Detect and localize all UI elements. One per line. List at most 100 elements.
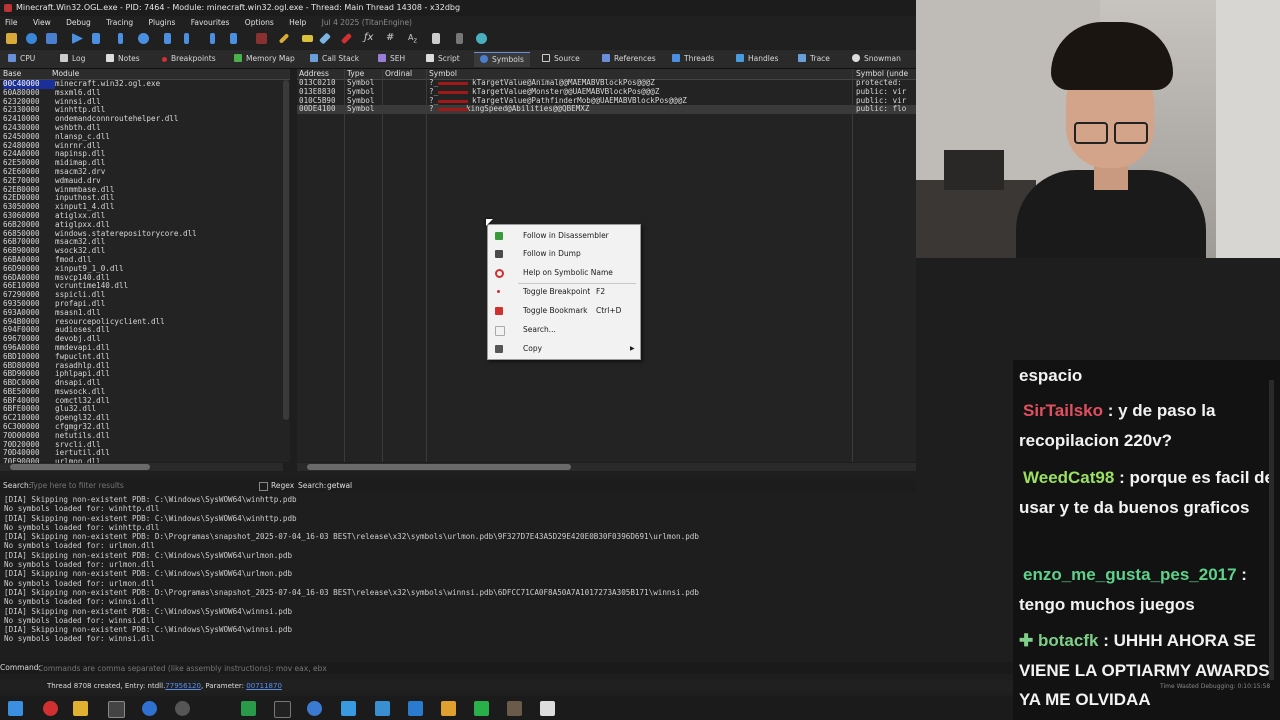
tab-log[interactable]: Log [60, 52, 85, 66]
run-to-user-code-icon[interactable] [230, 33, 237, 44]
tab-script[interactable]: Script [426, 52, 460, 66]
menu-toggle-breakpoint[interactable]: Toggle Breakpoint F2 [488, 283, 640, 301]
chat-username[interactable]: enzo_me_gusta_pes_2017 [1019, 565, 1237, 584]
trace-into-icon[interactable] [164, 33, 171, 44]
module-row[interactable]: 69350000 profapi.dll [0, 299, 290, 309]
module-row[interactable]: 70D20000 srvcli.dll [0, 440, 290, 450]
module-row[interactable]: 63050000 xinput1_4.dll [0, 202, 290, 212]
terminal-icon[interactable] [274, 701, 291, 718]
step-over-icon[interactable] [138, 33, 149, 44]
game-icon[interactable] [507, 701, 522, 716]
module-row[interactable]: 66B70000 msacm32.dll [0, 237, 290, 247]
network-icon[interactable] [375, 701, 390, 716]
tab-memory-map[interactable]: Memory Map [234, 52, 295, 66]
module-row[interactable]: 66BA0000 fmod.dll [0, 255, 290, 265]
module-row[interactable]: 66850000 windows.staterepositorycore.dll [0, 229, 290, 239]
module-row[interactable]: 62410000 ondemandconnroutehelper.dll [0, 114, 290, 124]
script-icon[interactable] [432, 33, 440, 44]
tab-breakpoints[interactable]: Breakpoints [162, 52, 216, 66]
menu-help[interactable]: Help [289, 18, 306, 27]
module-row[interactable]: 6BFE0000 glu32.dll [0, 405, 290, 414]
tab-symbols[interactable]: Symbols [474, 52, 530, 67]
module-row[interactable]: 62EB0000 winmmbase.dll [0, 185, 290, 195]
module-row[interactable]: 696A0000 mmdevapi.dll [0, 343, 290, 353]
module-row[interactable]: 62E60000 msacm32.drv [0, 167, 290, 177]
symbol-row[interactable]: 00DE4100 Symbol? kingSpeed@Abilities@@QBEM… [297, 105, 916, 115]
menu-help-on-symbolic-name[interactable]: Help on Symbolic Name [488, 264, 640, 282]
windows-start-icon[interactable] [8, 701, 23, 716]
tab-references[interactable]: References [602, 52, 656, 66]
pause-icon[interactable] [92, 33, 100, 44]
modules-hscroll[interactable] [0, 463, 283, 471]
steam-icon[interactable] [307, 701, 322, 716]
menu-view[interactable]: View [33, 18, 51, 27]
module-row[interactable]: 62430000 wshbth.dll [0, 123, 290, 133]
regex-checkbox[interactable] [259, 482, 268, 491]
module-row[interactable]: 6BE50000 mswsock.dll [0, 387, 290, 397]
file-explorer-icon[interactable] [73, 701, 88, 716]
module-row[interactable]: 70D00000 netutils.dll [0, 431, 290, 441]
module-row[interactable]: 66B90000 wsock32.dll [0, 246, 290, 256]
tab-snowman[interactable]: Snowman [852, 52, 901, 66]
module-row[interactable]: 6C210000 opengl32.dll [0, 413, 290, 423]
column-ordinal[interactable]: Ordinal [385, 69, 412, 79]
symbols-hscroll[interactable] [297, 463, 916, 471]
font-icon[interactable]: Az [408, 33, 417, 45]
module-search-input[interactable] [30, 480, 250, 490]
module-row[interactable]: 69670000 devobj.dll [0, 334, 290, 344]
menu-favourites[interactable]: Favourites [191, 18, 230, 27]
module-row[interactable]: 66DA0000 msvcp140.dll [0, 273, 290, 283]
symbol-search-input[interactable]: getwal [327, 479, 352, 492]
patch-icon[interactable] [278, 33, 290, 44]
module-row[interactable]: 694F0000 audioses.dll [0, 325, 290, 335]
module-row[interactable]: 6C300000 cfgmgr32.dll [0, 422, 290, 432]
menu-plugins[interactable]: Plugins [149, 18, 176, 27]
command-input[interactable] [38, 663, 558, 673]
tab-threads[interactable]: Threads [672, 52, 714, 66]
x32dbg-icon[interactable] [175, 701, 190, 716]
entry-link[interactable]: 77956120 [165, 682, 201, 690]
menu-toggle-bookmark[interactable]: Toggle Bookmark Ctrl+D [488, 302, 640, 320]
chat-username[interactable]: WeedCat98 [1019, 468, 1114, 487]
tab-trace[interactable]: Trace [798, 52, 830, 66]
open-icon[interactable] [6, 33, 17, 44]
module-row[interactable]: 6BD80000 rasadhlp.dll [0, 361, 290, 371]
menu-search[interactable]: Search... [488, 321, 640, 339]
module-row[interactable]: 694B0000 resourcepolicyclient.dll [0, 317, 290, 327]
help-icon[interactable] [476, 33, 487, 44]
tab-call-stack[interactable]: Call Stack [310, 52, 359, 66]
menu-follow-in-dump[interactable]: Follow in Dump [488, 245, 640, 263]
tab-handles[interactable]: Handles [736, 52, 778, 66]
close-icon[interactable] [46, 33, 57, 44]
module-row[interactable]: 70D40000 iertutil.dll [0, 449, 290, 458]
module-row[interactable]: 62450000 nlansp_c.dll [0, 132, 290, 142]
module-row[interactable]: 62480000 winrnr.dll [0, 141, 290, 151]
window-icon[interactable] [540, 701, 555, 716]
module-row[interactable]: 60A80000 msxml6.dll [0, 88, 290, 98]
module-row[interactable]: 6BF40000 comctl32.dll [0, 396, 290, 406]
r-app-icon[interactable] [474, 701, 489, 716]
trace-over-icon[interactable] [184, 33, 189, 44]
run-icon[interactable] [72, 33, 83, 44]
menu-options[interactable]: Options [245, 18, 274, 27]
menu-debug[interactable]: Debug [66, 18, 91, 27]
chrome-icon[interactable] [43, 701, 58, 716]
comments-icon[interactable] [302, 35, 313, 42]
menu-follow-in-disassembler[interactable]: Follow in Disassembler [488, 227, 640, 245]
module-row[interactable]: 67290000 sspicli.dll [0, 290, 290, 300]
labels-icon[interactable] [318, 32, 332, 45]
step-into-icon[interactable] [118, 33, 123, 44]
vscode-icon[interactable] [408, 701, 423, 716]
menu-file[interactable]: File [5, 18, 18, 27]
tab-source[interactable]: Source [542, 52, 580, 66]
menu-copy[interactable]: Copy ▶ [488, 340, 640, 358]
module-row[interactable]: 6BDC0000 dnsapi.dll [0, 378, 290, 388]
tab-seh[interactable]: SEH [378, 52, 405, 66]
modules-vscroll[interactable] [283, 80, 289, 420]
module-row[interactable]: 62320000 winnsi.dll [0, 97, 290, 107]
hash-icon[interactable]: # [386, 32, 394, 43]
module-row[interactable]: 62ED0000 inputhost.dll [0, 193, 290, 203]
module-row[interactable]: 00C40000 minecraft.win32.ogl.exe [0, 79, 290, 89]
excel-icon[interactable] [241, 701, 256, 716]
chat-username[interactable]: botacfk [1038, 631, 1098, 650]
